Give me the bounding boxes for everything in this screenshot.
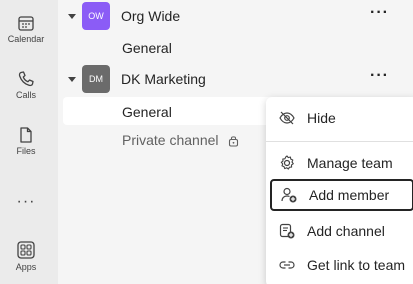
selected-channel-highlight (63, 97, 293, 125)
channel-general-dk-marketing[interactable]: General (122, 104, 172, 120)
rail-item-calendar[interactable]: Calendar (0, 14, 52, 44)
menu-divider (266, 141, 413, 142)
file-icon (20, 127, 32, 143)
menu-item-label: Add channel (307, 223, 385, 239)
team-more-options-button[interactable]: ··· (370, 67, 389, 85)
phone-icon (18, 71, 34, 87)
chevron-down-icon[interactable] (68, 14, 76, 19)
team-avatar: DM (82, 65, 110, 93)
team-avatar: OW (82, 2, 110, 30)
menu-item-add-channel[interactable]: Add channel (270, 215, 413, 247)
rail-item-apps[interactable]: Apps (0, 240, 52, 272)
menu-item-label: Manage team (307, 155, 393, 171)
rail-more-button[interactable]: ··· (0, 193, 52, 211)
rail-label-calls: Calls (15, 90, 36, 100)
team-name: Org Wide (121, 8, 181, 24)
team-row-dk-marketing[interactable]: DM DK Marketing ··· (58, 65, 413, 97)
calendar-icon (18, 16, 34, 31)
menu-item-label: Add member (309, 187, 390, 203)
team-name: DK Marketing (121, 71, 206, 87)
menu-item-manage-team[interactable]: Manage team (270, 147, 413, 179)
menu-item-label: Get link to team (307, 257, 406, 273)
rail-label-calendar: Calendar (7, 34, 45, 44)
eye-off-icon (277, 108, 297, 128)
menu-item-hide[interactable]: Hide (270, 102, 413, 134)
menu-item-get-link[interactable]: Get link to team (270, 249, 413, 281)
rail-label-files: Files (16, 146, 36, 156)
team-row-org-wide[interactable]: OW Org Wide ··· (58, 2, 413, 34)
channel-general-org-wide[interactable]: General (122, 40, 172, 56)
add-channel-icon (277, 221, 297, 241)
apps-icon (17, 241, 35, 259)
rail-item-files[interactable]: Files (0, 126, 52, 156)
rail-label-apps: Apps (15, 262, 37, 272)
rail-item-calls[interactable]: Calls (0, 70, 52, 100)
add-person-icon (279, 185, 299, 205)
gear-icon (277, 153, 297, 173)
menu-item-label: Hide (307, 110, 336, 126)
team-more-options-button[interactable]: ··· (370, 4, 389, 22)
link-icon (277, 255, 297, 275)
menu-item-add-member[interactable]: Add member (270, 179, 413, 211)
lock-icon (229, 136, 239, 147)
channel-name: Private channel (122, 132, 219, 148)
chevron-down-icon[interactable] (68, 77, 76, 82)
channel-private[interactable]: Private channel (122, 132, 239, 148)
team-context-menu: Hide Manage team Add member Add channel … (266, 97, 413, 284)
app-rail: Calendar Calls Files ··· Apps (0, 0, 52, 284)
